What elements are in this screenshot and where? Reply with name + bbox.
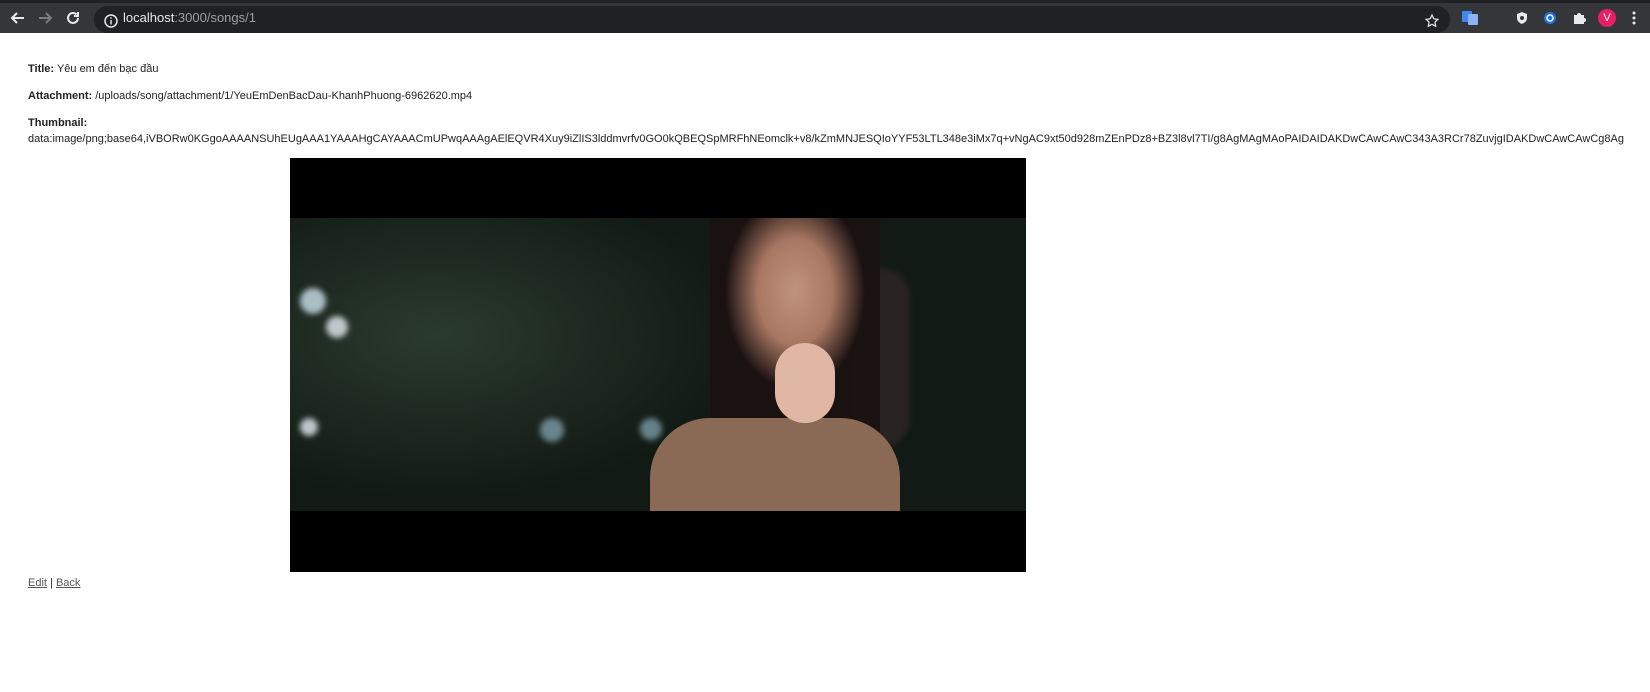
url-text: localhost:3000/songs/1 [123,3,256,33]
attachment-value: /uploads/song/attachment/1/YeuEmDenBacDa… [95,90,473,102]
forward-arrow-icon[interactable] [33,3,57,33]
translate-extension-icon[interactable] [1461,3,1479,33]
privacy-extension-icon[interactable] [1513,3,1531,33]
menu-kebab-icon[interactable] [1626,3,1642,33]
thumbnail-label-row: Thumbnail: [28,117,87,129]
attachment-row: Attachment: /uploads/song/attachment/1/Y… [28,90,472,102]
reload-icon[interactable] [61,3,85,33]
actions-bar: Edit | Back [28,577,80,589]
video-frame [290,218,1026,511]
thumbnail-value: data:image/png;base64,iVBORw0KGgoAAAANSU… [28,133,1624,145]
video-player[interactable] [290,158,1026,572]
url-host: localhost [123,10,175,25]
profile-initial: V [1598,9,1616,27]
attachment-label: Attachment: [28,90,93,102]
back-link[interactable]: Back [56,577,80,589]
profile-avatar[interactable]: V [1597,3,1617,33]
title-value: Yêu em đến bạc đầu [56,63,159,75]
sync-extension-icon[interactable] [1541,3,1559,33]
title-label: Title: [28,63,55,75]
separator: | [50,577,53,589]
extensions-puzzle-icon[interactable] [1570,3,1588,33]
site-info-icon[interactable] [99,6,123,36]
title-row: Title: Yêu em đến bạc đầu [28,63,158,75]
browser-toolbar: localhost:3000/songs/1 V [0,3,1650,33]
thumbnail-label: Thumbnail: [28,117,88,129]
back-arrow-icon[interactable] [6,3,30,33]
edit-link[interactable]: Edit [28,577,47,589]
bookmark-star-icon[interactable] [1420,6,1444,36]
address-bar[interactable] [94,6,1450,33]
url-path: :3000/songs/1 [174,10,256,25]
